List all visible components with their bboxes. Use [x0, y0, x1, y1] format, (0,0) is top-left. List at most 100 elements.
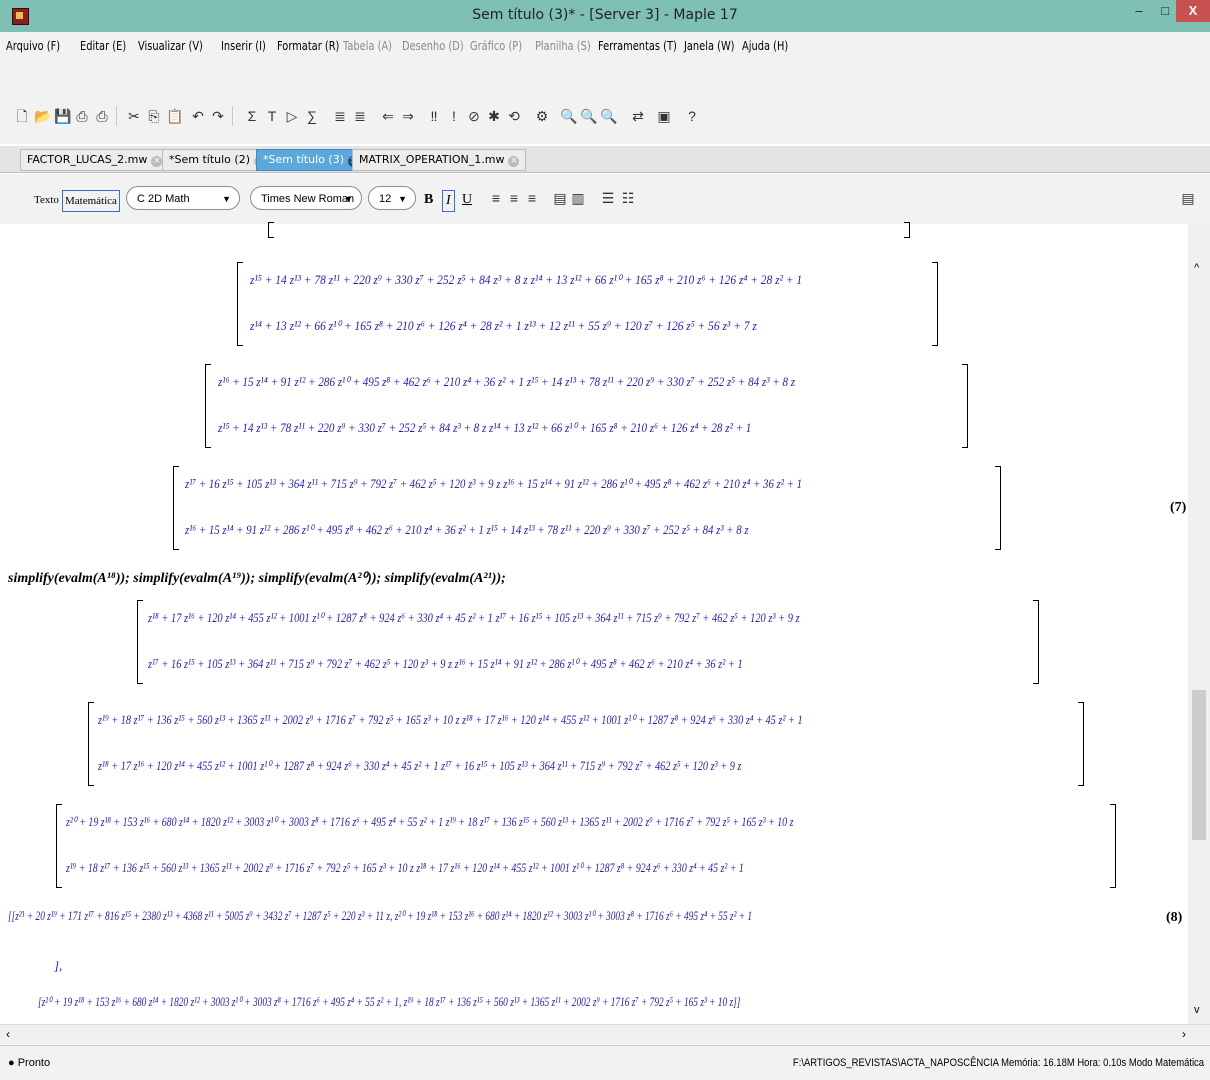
zoom-100-icon[interactable]: 🔍: [560, 108, 577, 124]
save-icon[interactable]: 💾: [54, 108, 71, 124]
text-color-icon[interactable]: ▤: [552, 190, 568, 206]
scroll-down-icon[interactable]: v: [1194, 1004, 1200, 1016]
document-tab-bar: FACTOR_LUCAS_2.mw× *Sem título (2)× *Sem…: [0, 146, 1210, 173]
tab-factor-lucas[interactable]: FACTOR_LUCAS_2.mw ×: [20, 149, 170, 171]
matrix-bracket-left: [237, 262, 243, 346]
menu-planilha[interactable]: Planilha (S): [535, 39, 591, 53]
menu-ferramentas[interactable]: Ferramentas (T): [598, 39, 677, 53]
zoom-150-icon[interactable]: 🔍: [580, 108, 597, 124]
math-style-select[interactable]: C 2D Math ▼: [126, 186, 240, 210]
execute-all-icon[interactable]: ‼: [426, 108, 442, 124]
insert-sum-icon[interactable]: ∑: [304, 108, 320, 124]
print-preview-icon[interactable]: ⎙: [94, 108, 110, 124]
matrix-bracket-right: [962, 364, 968, 448]
underline-button[interactable]: U: [462, 190, 472, 210]
bullet-list-icon[interactable]: ☰: [600, 190, 616, 206]
insert-math-icon[interactable]: Σ: [244, 108, 260, 124]
close-tab-icon[interactable]: ×: [151, 156, 163, 167]
vertical-scrollbar[interactable]: ^ v: [1188, 224, 1210, 1024]
close-tab-icon[interactable]: ×: [508, 156, 520, 167]
scroll-left-icon[interactable]: ‹: [6, 1027, 10, 1041]
zoom-200-icon[interactable]: 🔍: [600, 108, 617, 124]
font-select[interactable]: Times New Roman ▼: [250, 186, 362, 210]
menu-desenho[interactable]: Desenho (D): [402, 39, 464, 53]
matrix-bracket-right: [1078, 702, 1084, 786]
matrix-bracket-right: [1033, 600, 1039, 684]
chevron-down-icon: ▼: [344, 194, 353, 204]
matrix-list-separator: ],: [54, 958, 63, 973]
status-bar: ● Pronto F:\ARTIGOS_REVISTAS\ACTA_NAPOSC…: [0, 1045, 1210, 1080]
maximize-button[interactable]: □: [1152, 0, 1178, 22]
copy-icon[interactable]: ⎘: [146, 108, 162, 124]
menu-inserir[interactable]: Inserir (I): [221, 39, 266, 53]
insert-prompt-icon[interactable]: ▷: [284, 108, 300, 124]
toggle-icon[interactable]: ⇄: [630, 108, 646, 124]
tab-matrix-operation[interactable]: MATRIX_OPERATION_1.mw ×: [352, 149, 527, 171]
font-size-select[interactable]: 12 ▼: [368, 186, 416, 210]
status-info: F:\ARTIGOS_REVISTAS\ACTA_NAPOSCÊNCIA Mem…: [792, 1057, 1204, 1069]
back-arrow-icon[interactable]: ⇐: [380, 108, 396, 124]
menu-grafico[interactable]: Gráfico (P): [470, 39, 522, 53]
menu-visualizar[interactable]: Visualizar (V): [138, 39, 203, 53]
matrix-row: z¹⁹ + 18 z¹⁷ + 136 z¹⁵ + 560 z¹³ + 1365 …: [98, 712, 803, 727]
matrix-list-row: [z²⁰ + 19 z¹⁸ + 153 z¹⁶ + 680 z¹⁴ + 1820…: [38, 994, 741, 1009]
open-icon[interactable]: 📂: [34, 108, 51, 124]
indent-icon[interactable]: ≣: [332, 108, 348, 124]
italic-button[interactable]: I: [442, 190, 455, 212]
matrix-row: z¹⁸ + 17 z¹⁶ + 120 z¹⁴ + 455 z¹² + 1001 …: [98, 758, 742, 773]
maple-input-command[interactable]: simplify(evalm(A¹⁸)); simplify(evalm(A¹⁹…: [8, 570, 506, 587]
menu-bar: Arquivo (F) Editar (E) Visualizar (V) In…: [0, 32, 1210, 60]
cut-icon[interactable]: ✂: [126, 108, 142, 124]
settings-icon[interactable]: ⚙: [534, 108, 550, 124]
menu-janela[interactable]: Janela (W): [684, 39, 735, 53]
align-left-icon[interactable]: ≡: [488, 190, 504, 206]
highlight-color-icon[interactable]: ▥: [570, 190, 586, 206]
matrix-row: z¹⁶ + 15 z¹⁴ + 91 z¹² + 286 z¹⁰ + 495 z⁸…: [218, 374, 796, 389]
scroll-right-icon[interactable]: ›: [1182, 1027, 1186, 1041]
numbered-list-icon[interactable]: ☷: [620, 190, 636, 206]
matrix-bracket-left: [56, 804, 62, 888]
help-icon[interactable]: ?: [684, 108, 700, 124]
matrix-bracket-right: [932, 262, 938, 346]
window-title: Sem título (3)* - [Server 3] - Maple 17: [472, 7, 738, 23]
menu-ajuda[interactable]: Ajuda (H): [742, 39, 788, 53]
text-mode-button[interactable]: Texto: [34, 190, 59, 210]
print-icon[interactable]: ⎙: [74, 108, 90, 124]
chevron-down-icon: ▼: [222, 194, 231, 204]
outdent-icon[interactable]: ≣: [352, 108, 368, 124]
palette-icon[interactable]: ▣: [656, 108, 672, 124]
horizontal-scrollbar[interactable]: ‹ ›: [0, 1024, 1210, 1045]
undo-icon[interactable]: ↶: [190, 108, 206, 124]
align-center-icon[interactable]: ≡: [506, 190, 522, 206]
align-right-icon[interactable]: ≡: [524, 190, 540, 206]
execute-icon[interactable]: !: [446, 108, 462, 124]
restart-icon[interactable]: ⟲: [506, 108, 522, 124]
document-properties-icon[interactable]: ▤: [1180, 190, 1196, 206]
tab-sem-titulo-3[interactable]: *Sem título (3)×: [256, 149, 366, 171]
math-style-value: 2D Math: [148, 193, 190, 205]
matrix-row: z¹⁵ + 14 z¹³ + 78 z¹¹ + 220 z⁹ + 330 z⁷ …: [218, 420, 752, 435]
math-mode-button[interactable]: Matemática: [62, 190, 120, 212]
menu-formatar[interactable]: Formatar (R): [277, 39, 339, 53]
stop-icon[interactable]: ⊘: [466, 108, 482, 124]
menu-editar[interactable]: Editar (E): [80, 39, 126, 53]
menu-tabela[interactable]: Tabela (A): [343, 39, 392, 53]
menu-arquivo[interactable]: Arquivo (F): [6, 39, 60, 53]
scroll-up-icon[interactable]: ^: [1194, 262, 1199, 274]
matrix-bracket-left: [173, 466, 179, 550]
tab-label: MATRIX_OPERATION_1.mw: [359, 153, 505, 166]
insert-text-icon[interactable]: T: [264, 108, 280, 124]
new-document-icon[interactable]: 🗋: [14, 108, 30, 124]
vertical-scroll-thumb[interactable]: [1192, 690, 1206, 840]
bold-button[interactable]: B: [424, 190, 433, 210]
matrix-row: z¹⁵ + 14 z¹³ + 78 z¹¹ + 220 z⁹ + 330 z⁷ …: [250, 272, 803, 287]
minimize-button[interactable]: –: [1126, 0, 1152, 22]
status-ready: ● Pronto: [8, 1057, 51, 1069]
redo-icon[interactable]: ↷: [210, 108, 226, 124]
forward-arrow-icon[interactable]: ⇒: [400, 108, 416, 124]
paste-icon[interactable]: 📋: [166, 108, 183, 124]
debug-icon[interactable]: ✱: [486, 108, 502, 124]
matrix-bracket-left: [88, 702, 94, 786]
matrix-bracket-left: [268, 222, 274, 238]
close-button[interactable]: X: [1176, 0, 1210, 22]
